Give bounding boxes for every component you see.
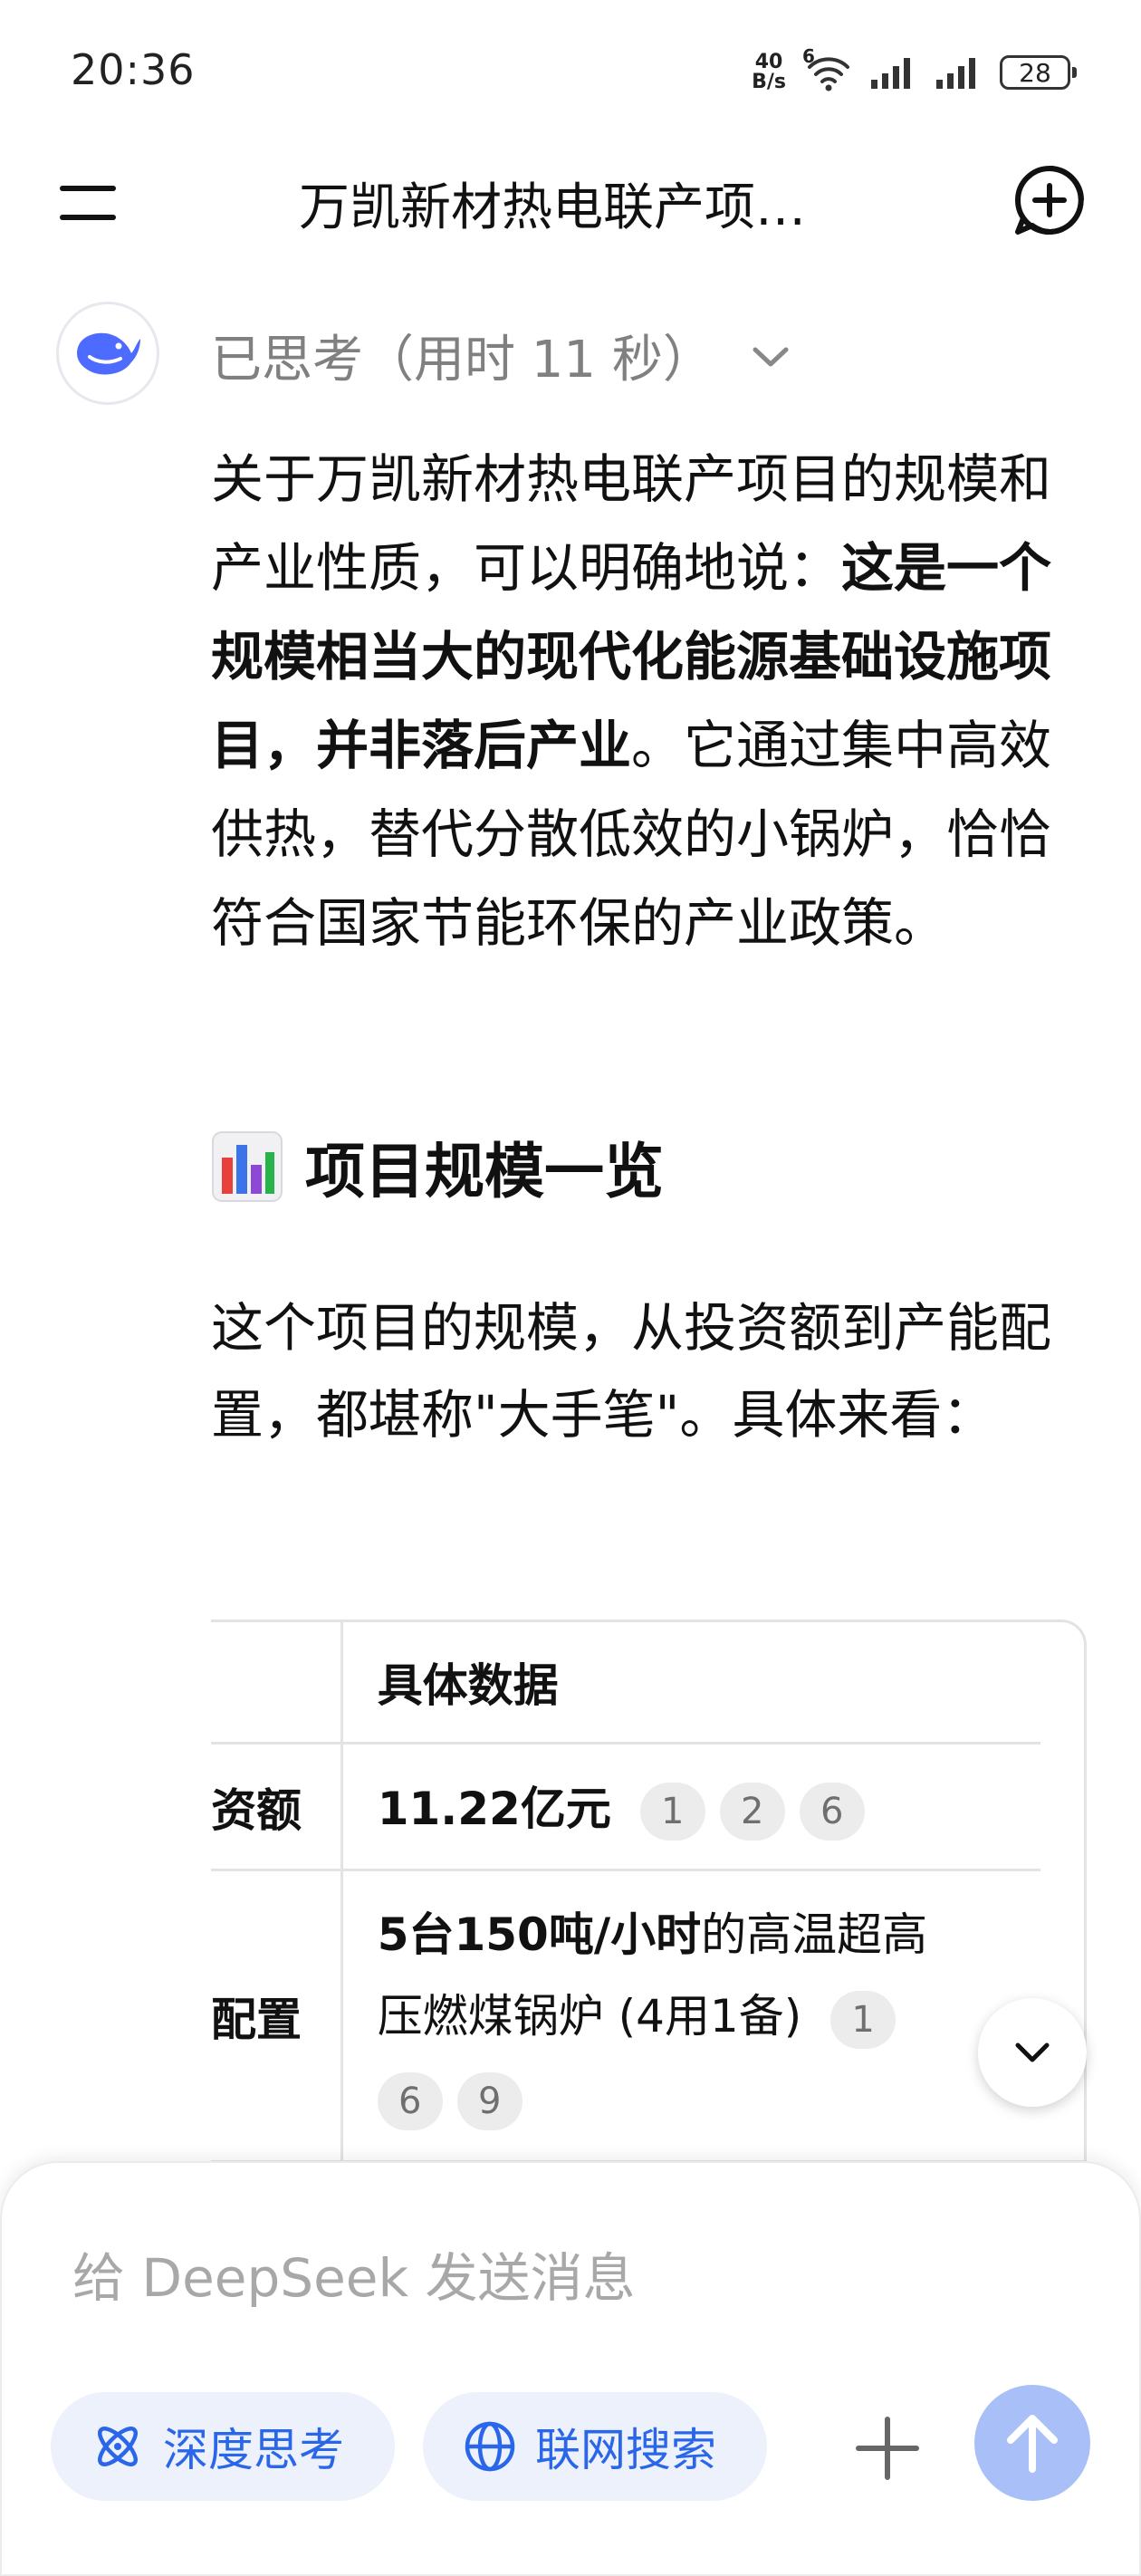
table-value-bold: 11.22亿元	[377, 1782, 611, 1835]
thinking-label: 已思考（用时 11 秒）	[211, 331, 714, 389]
menu-icon-line-bottom	[60, 215, 116, 220]
bar-chart-emoji-icon	[212, 1131, 283, 1202]
citation-badge[interactable]: 2	[719, 1783, 785, 1841]
table-header-cell-2: 具体数据	[340, 1622, 1040, 1745]
citation-badge[interactable]: 1	[830, 1990, 896, 2049]
answer-paragraph: 关于万凯新材热电联产项目的规模和产业性质，可以明确地说：这是一个规模相当大的现代…	[211, 435, 1089, 967]
scale-intro-paragraph: 这个项目的规模，从投资额到产能配置，都堪称"大手笔"。具体来看：	[211, 1297, 1052, 1446]
table-row-value: 11.22亿元 126	[340, 1743, 1040, 1871]
net-speed-value: 40	[754, 51, 783, 73]
table-row-label: 配置	[211, 1870, 342, 2160]
deep-think-toggle[interactable]: 深度思考	[51, 2392, 395, 2501]
battery-icon: 28	[1000, 55, 1077, 90]
chevron-down-icon	[1015, 2043, 1050, 2062]
status-time: 20:36	[71, 45, 196, 94]
signal-icon-2	[936, 58, 975, 89]
table-row: 配置 5台150吨/小时的高温超高压燃煤锅炉 (4用1备) 1 69	[211, 1870, 1040, 2160]
table-value-bold: 5台150吨/小时	[377, 1908, 702, 1961]
scale-table-grid: 具体数据 资额 11.22亿元 126 配置 5台150吨/小时的高温超高压燃煤…	[211, 1622, 1040, 2160]
table-row-value: 5台150吨/小时的高温超高压燃煤锅炉 (4用1备) 1 69	[340, 1870, 1040, 2160]
signal-icon-1	[871, 58, 910, 89]
section-heading: 项目规模一览	[211, 1123, 664, 1210]
table-header-cell-1	[211, 1622, 342, 1745]
app-header: 万凯新材热电联产项…	[0, 145, 1141, 258]
globe-icon	[465, 2421, 515, 2472]
web-search-toggle[interactable]: 联网搜索	[423, 2392, 767, 2501]
scroll-to-bottom-button[interactable]	[978, 1998, 1087, 2107]
citation-badge[interactable]: 6	[377, 2071, 443, 2130]
message-input[interactable]: 给 DeepSeek 发送消息	[72, 2235, 636, 2312]
atom-icon	[98, 2427, 138, 2466]
battery-level: 28	[1019, 57, 1051, 88]
new-chat-icon	[1015, 166, 1084, 235]
chevron-down-icon	[753, 347, 789, 366]
deep-think-label: 深度思考	[163, 2424, 344, 2476]
status-bar: 20:36 40 B/s 6 28	[0, 0, 1141, 145]
citation-badge[interactable]: 1	[639, 1783, 705, 1841]
web-search-label: 联网搜索	[535, 2424, 716, 2476]
attach-button[interactable]	[851, 2412, 924, 2485]
message-composer: 给 DeepSeek 发送消息 深度思考 联网搜索	[0, 2161, 1141, 2576]
citation-badge[interactable]: 6	[799, 1783, 865, 1841]
menu-button[interactable]	[54, 177, 127, 231]
net-speed: 40 B/s	[752, 53, 786, 92]
arrow-up-icon	[1007, 2415, 1058, 2473]
citation-badge[interactable]: 9	[456, 2071, 523, 2130]
send-button[interactable]	[974, 2385, 1090, 2501]
wifi-icon: 6	[802, 45, 853, 92]
thinking-toggle[interactable]: 已思考（用时 11 秒）	[211, 319, 791, 392]
plus-icon	[856, 2417, 919, 2480]
table-row: 资额 11.22亿元 126	[211, 1743, 1040, 1871]
table-header-row: 具体数据	[211, 1622, 1040, 1745]
table-row-label: 资额	[211, 1743, 342, 1871]
menu-icon-line-top	[60, 186, 116, 191]
wifi-badge: 6	[802, 45, 815, 67]
status-icons: 40 B/s 6 28	[752, 45, 1077, 98]
page-title[interactable]: 万凯新材热电联产项…	[299, 167, 842, 240]
new-chat-button[interactable]	[1011, 161, 1088, 239]
net-speed-unit: B/s	[752, 71, 786, 93]
whale-logo-icon	[77, 332, 140, 375]
scale-table[interactable]: 具体数据 资额 11.22亿元 126 配置 5台150吨/小时的高温超高压燃煤…	[211, 1620, 1087, 2163]
deepseek-avatar	[56, 302, 159, 405]
section-title: 项目规模一览	[305, 1137, 664, 1206]
